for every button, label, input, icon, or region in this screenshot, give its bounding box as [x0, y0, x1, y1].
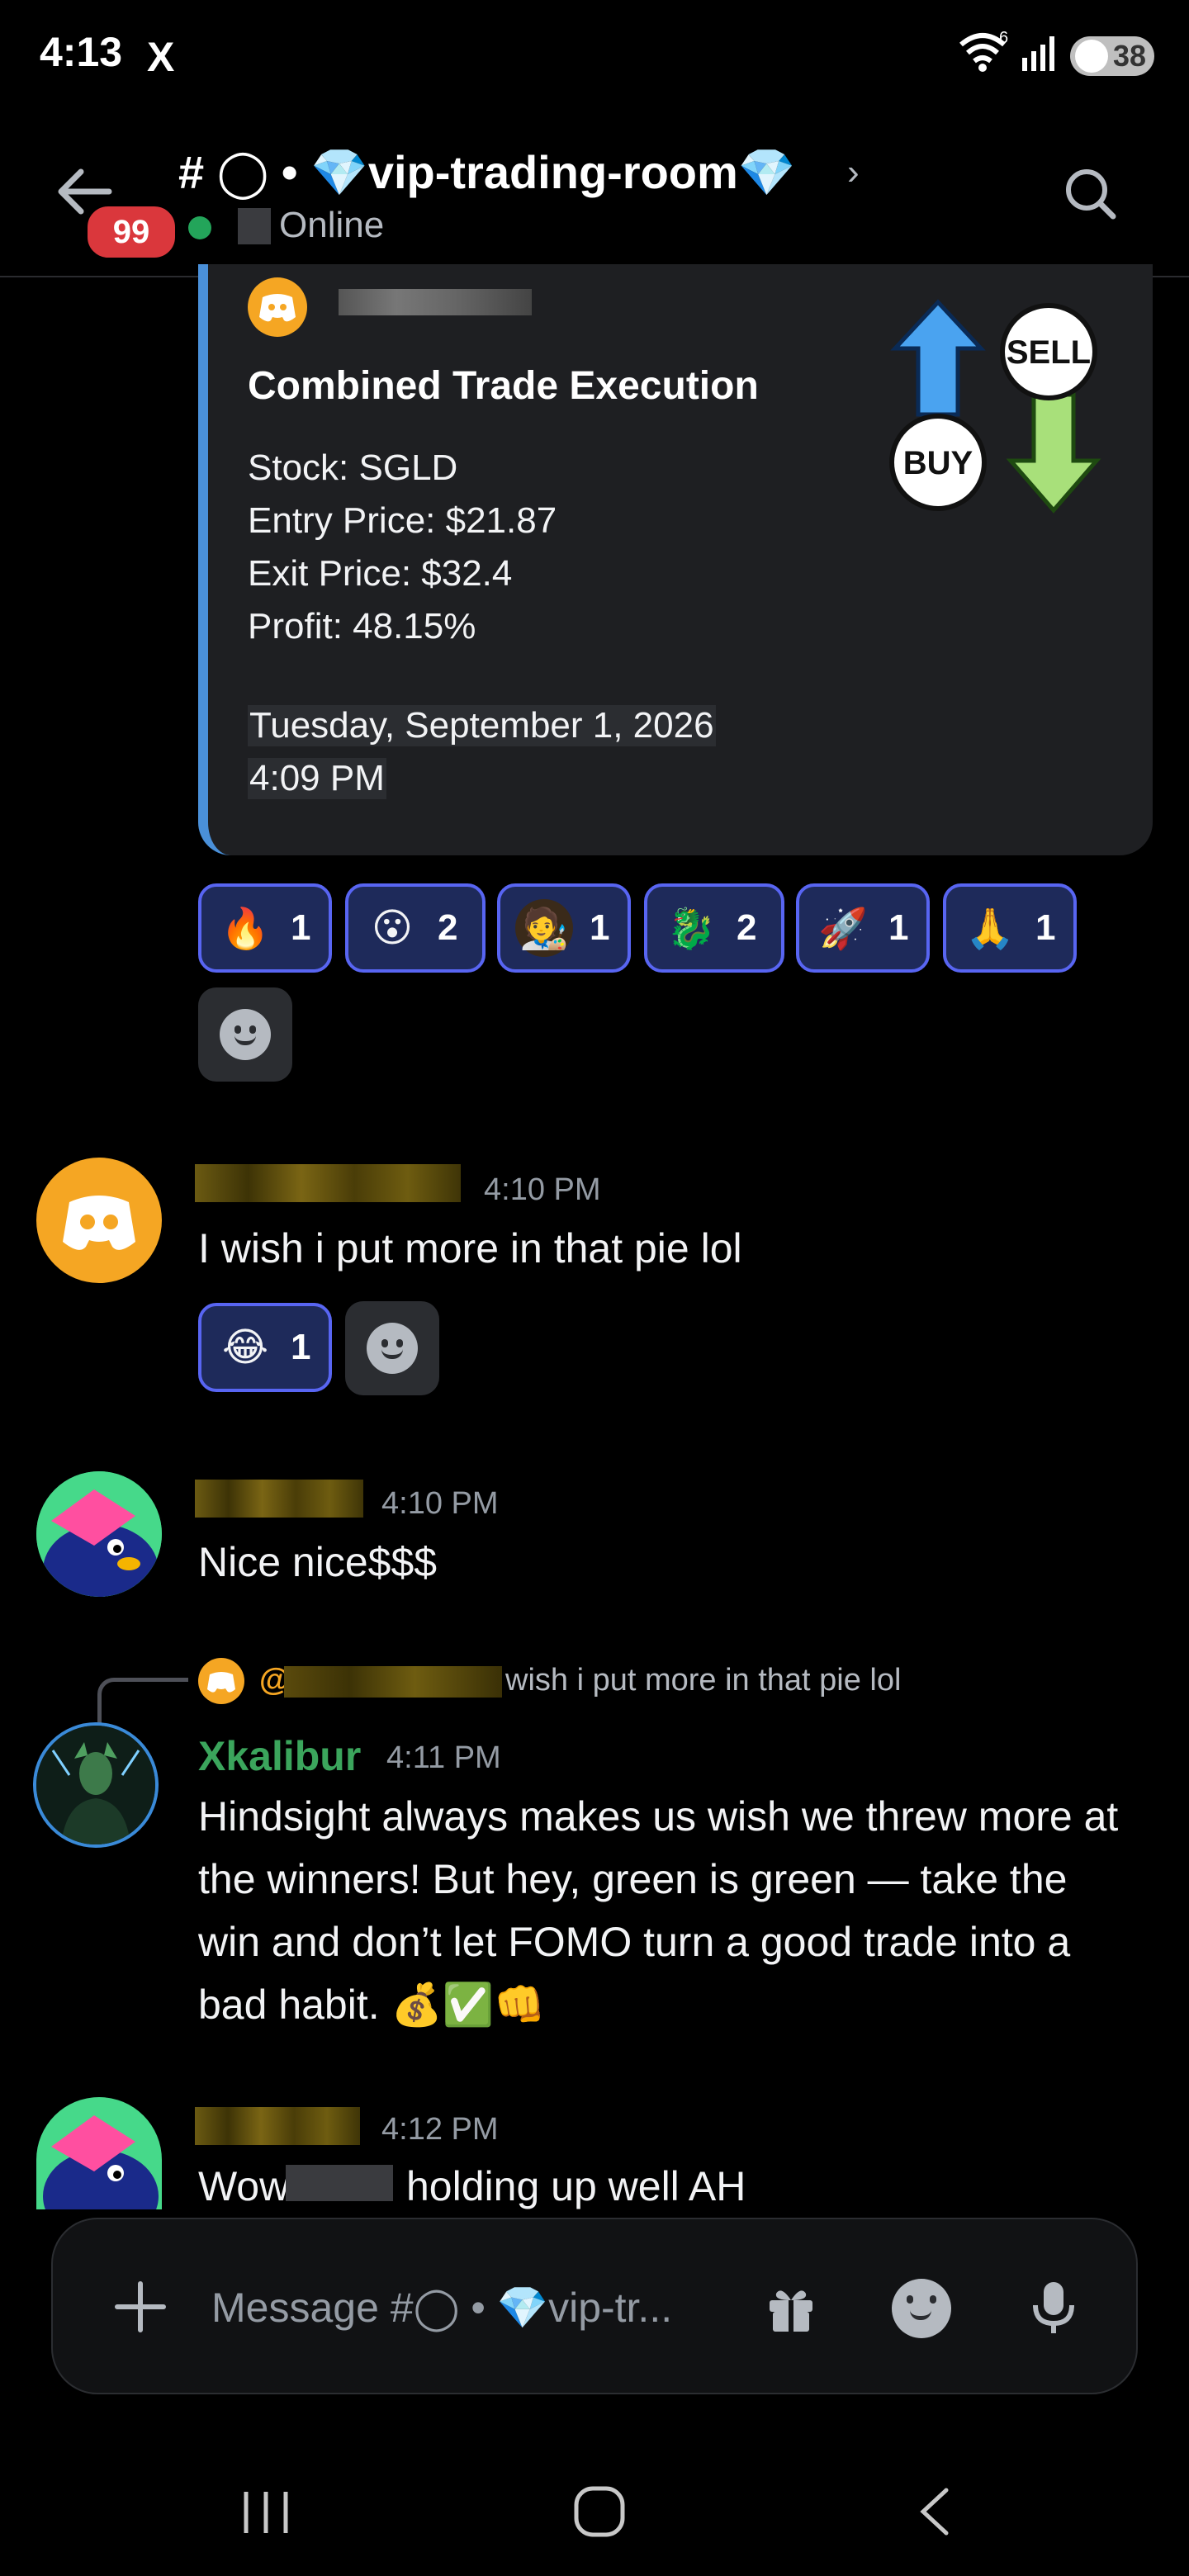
- reaction-custom-painter[interactable]: 🧑‍🎨 1: [497, 883, 631, 973]
- redacted-author-name: [339, 289, 532, 315]
- add-reaction-button[interactable]: [198, 987, 292, 1082]
- message-text-line: win and don’t let FOMO turn a good trade…: [198, 1919, 1071, 1965]
- status-bar: [0, 0, 1189, 116]
- avatar[interactable]: [36, 1158, 162, 1283]
- message-timestamp: 4:11 PM: [386, 1740, 501, 1775]
- embed-author-avatar: [248, 277, 307, 337]
- message-text-line: the winners! But hey, green is green — t…: [198, 1856, 1068, 1902]
- avatar[interactable]: [36, 2097, 162, 2209]
- message-text-line: bad habit. 💰✅👊: [198, 1982, 546, 2028]
- buy-label: BUY: [903, 445, 973, 481]
- reaction-count: 1: [291, 907, 311, 948]
- reaction-count: 2: [737, 907, 757, 948]
- reaction-fire[interactable]: 🔥 1: [198, 883, 332, 973]
- reaction-count: 1: [590, 907, 610, 948]
- battery-saver-icon: [1075, 40, 1108, 73]
- reaction-surprised[interactable]: 😮 2: [345, 883, 486, 973]
- reaction-joy[interactable]: 😂 1: [198, 1303, 332, 1392]
- chevron-right-icon[interactable]: ›: [847, 152, 860, 193]
- reaction-rocket[interactable]: 🚀 1: [796, 883, 930, 973]
- gift-icon[interactable]: [765, 2282, 817, 2339]
- redacted-username[interactable]: [195, 1164, 461, 1202]
- online-status-dot: [188, 216, 211, 239]
- redacted-username[interactable]: [195, 1480, 363, 1518]
- reply-connector: [97, 1678, 188, 1731]
- embed-title: Combined Trade Execution: [248, 364, 759, 408]
- embed-line-entry: Entry Price: $21.87: [248, 500, 557, 541]
- reply-preview-text[interactable]: wish i put more in that pie lol: [505, 1663, 901, 1698]
- pray-icon: 🙏: [965, 907, 1015, 951]
- message-input[interactable]: Message #◯ • 💎vip-tr...: [211, 2284, 672, 2332]
- surprised-face-icon: 😮: [371, 907, 414, 950]
- message-text: Nice nice$$$: [198, 1539, 438, 1585]
- x-app-notification-icon: X: [147, 34, 175, 80]
- add-reaction-button[interactable]: [345, 1301, 439, 1395]
- reply-author-avatar: [198, 1658, 244, 1704]
- message-author[interactable]: Xkalibur: [198, 1732, 361, 1780]
- message-text: I wish i put more in that pie lol: [198, 1225, 742, 1271]
- reaction-count: 1: [291, 1327, 311, 1367]
- reaction-dragon[interactable]: 🐉 2: [644, 883, 784, 973]
- embed-line-exit: Exit Price: $32.4: [248, 553, 513, 594]
- embed-date: Tuesday, September 1, 2026: [248, 705, 716, 746]
- dragon-icon: 🐉: [666, 907, 716, 951]
- reaction-count: 1: [888, 907, 909, 948]
- message-text-start: Wow: [198, 2163, 290, 2209]
- redacted-username[interactable]: [195, 2107, 360, 2145]
- message-text-line: Hindsight always makes us wish we threw …: [198, 1793, 1119, 1840]
- laughing-tears-icon: 😂: [221, 1326, 269, 1370]
- avatar[interactable]: [33, 1722, 159, 1848]
- reaction-pray[interactable]: 🙏 1: [943, 883, 1077, 973]
- reaction-count: 2: [438, 907, 458, 948]
- smiley-icon: [367, 1323, 418, 1374]
- message-timestamp: 4:12 PM: [381, 2112, 499, 2147]
- online-status-label: Online: [279, 205, 385, 245]
- smiley-icon: [220, 1009, 271, 1060]
- signal-icon: [1021, 33, 1060, 77]
- redacted-count: [238, 208, 271, 244]
- unread-badge: 99: [83, 201, 180, 263]
- plus-icon[interactable]: [114, 2280, 167, 2333]
- sell-label: SELL: [1007, 334, 1091, 371]
- battery-level: 38: [1112, 39, 1146, 73]
- rocket-icon: 🚀: [818, 907, 868, 951]
- buy-sell-thumbnail[interactable]: SELL BUY: [888, 299, 1103, 514]
- search-icon[interactable]: [1062, 165, 1120, 227]
- channel-title[interactable]: # ◯ • 💎vip-trading-room💎: [178, 145, 796, 200]
- message-text-end: holding up well AH: [406, 2163, 746, 2209]
- home-icon[interactable]: [573, 2485, 626, 2542]
- wifi-icon: 6: [958, 29, 1011, 78]
- painter-icon: 🧑‍🎨: [515, 899, 573, 957]
- microphone-icon[interactable]: [1029, 2279, 1078, 2341]
- embed-line-profit: Profit: 48.15%: [248, 606, 476, 646]
- message-timestamp: 4:10 PM: [381, 1486, 499, 1521]
- status-time: 4:13: [40, 29, 123, 75]
- recent-apps-icon[interactable]: [239, 2485, 292, 2542]
- embed-line-stock: Stock: SGLD: [248, 447, 458, 488]
- battery-indicator: 38: [1070, 36, 1154, 76]
- fire-icon: 🔥: [220, 907, 270, 951]
- reaction-count: 1: [1035, 907, 1056, 948]
- emoji-picker-icon[interactable]: [892, 2279, 951, 2338]
- redacted-text: [286, 2165, 393, 2201]
- nav-back-icon[interactable]: [910, 2485, 963, 2542]
- embed-time: 4:09 PM: [248, 758, 386, 799]
- message-timestamp: 4:10 PM: [484, 1172, 601, 1207]
- wifi-label: 6: [999, 31, 1008, 47]
- avatar[interactable]: [36, 1471, 162, 1597]
- redacted-mention[interactable]: [284, 1666, 502, 1698]
